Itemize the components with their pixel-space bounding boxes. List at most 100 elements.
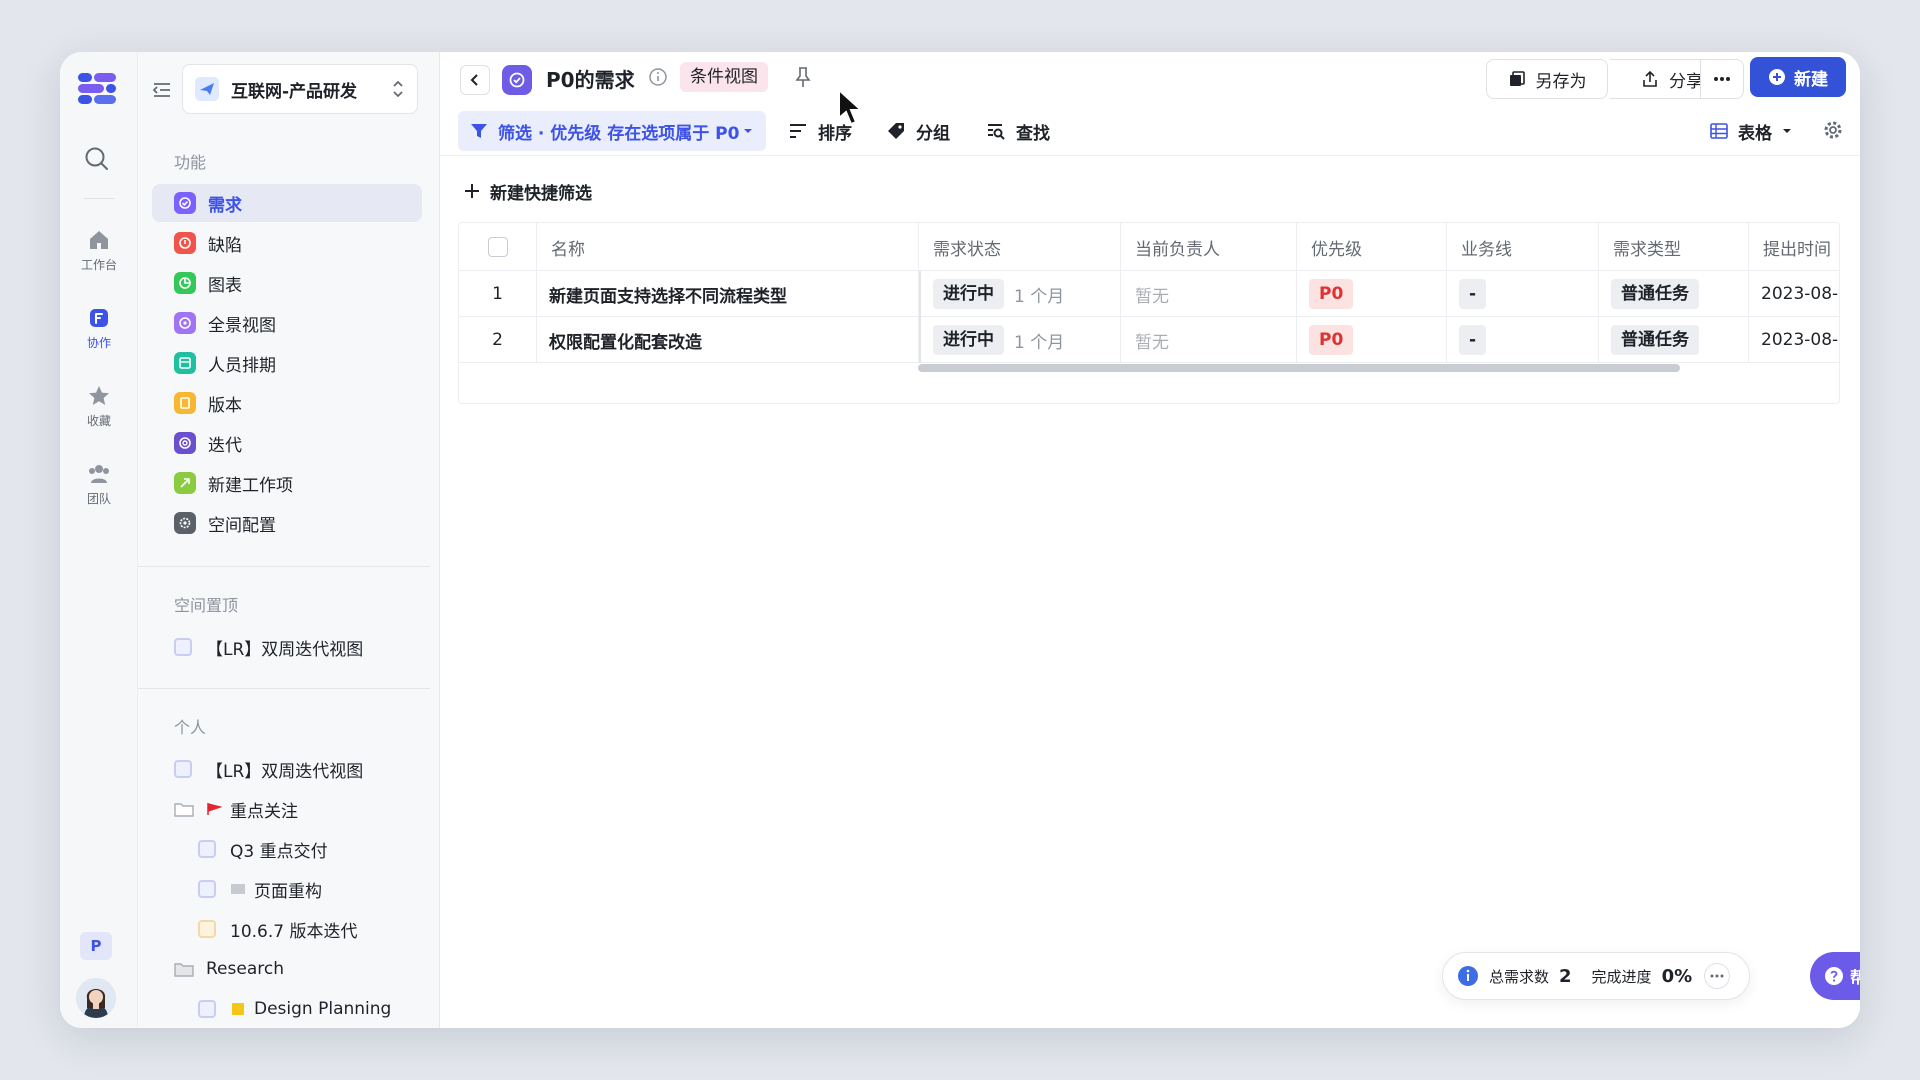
collapse-sidebar-icon[interactable] (152, 80, 174, 100)
sidebar-item-label: 页面重构 (254, 881, 322, 902)
sidebar-item-label: 缺陷 (208, 235, 242, 256)
filter-button[interactable]: 筛选 · 优先级 存在选项属于 P0 (458, 111, 766, 151)
sidebar-item-page-refactor[interactable]: 页面重构 (152, 870, 398, 908)
sidebar-item-label: 空间配置 (208, 515, 276, 536)
folder-icon (174, 803, 194, 817)
row-business-cell[interactable]: - (1447, 317, 1599, 363)
column-header-business-line[interactable]: 业务线 (1447, 223, 1599, 271)
row-date[interactable]: 2023-08-1 (1749, 271, 1839, 317)
sidebar-item-charts[interactable]: 图表 (152, 264, 422, 302)
find-button[interactable]: 查找 (986, 111, 1050, 151)
sidebar-item-space-config[interactable]: 空间配置 (152, 504, 422, 542)
search-icon[interactable] (82, 144, 112, 174)
rail-item-label: 工作台 (80, 258, 117, 272)
filter-label: 筛选 · 优先级 存在选项属于 P0 (498, 123, 740, 144)
sidebar-item-design-planning[interactable]: Design Planning (152, 990, 398, 1028)
avatar[interactable] (76, 978, 116, 1018)
team-icon (89, 465, 109, 483)
sidebar-item-label: Research (206, 959, 284, 979)
rail-item-collab[interactable]: 协作 (64, 306, 134, 368)
caret-down-icon (744, 129, 753, 133)
row-type-cell[interactable]: 普通任务 (1599, 271, 1749, 317)
rail-item-favorites[interactable]: 收藏 (64, 384, 134, 446)
sidebar-item-label: 【LR】双周迭代视图 (206, 761, 364, 782)
sidebar-folder-focus[interactable]: 重点关注 (152, 790, 422, 828)
rail-item-team[interactable]: 团队 (64, 462, 134, 524)
row-priority-cell[interactable]: P0 (1297, 317, 1447, 363)
view-mode-label: 表格 (1738, 123, 1772, 144)
sidebar-divider (138, 688, 430, 689)
row-owner[interactable]: 暂无 (1121, 271, 1297, 317)
row-index: 1 (459, 271, 537, 317)
horizontal-scrollbar[interactable] (918, 364, 1680, 372)
row-name[interactable]: 权限配置化配套改造 (537, 317, 919, 363)
workspace-badge[interactable]: P (80, 932, 112, 960)
sidebar-item-requirements[interactable]: 需求 (152, 184, 422, 222)
new-button[interactable]: 新建 (1750, 57, 1846, 97)
sidebar-item-new-workitem[interactable]: 新建工作项 (152, 464, 422, 502)
column-header-date[interactable]: 提出时间 (1749, 223, 1839, 271)
row-status-cell[interactable]: 进行中 1 个月 (919, 317, 1121, 363)
rail-item-workbench[interactable]: 工作台 (64, 228, 134, 290)
info-icon (1458, 966, 1478, 986)
row-status-cell[interactable]: 进行中 1 个月 (919, 271, 1121, 317)
panorama-icon (174, 312, 196, 334)
status-badge: 进行中 (933, 325, 1004, 355)
group-button[interactable]: 分组 (886, 111, 950, 151)
collab-icon (90, 309, 108, 327)
view-header: P0的需求 条件视图 另存为 分享 新建 (440, 52, 1860, 102)
settings-icon (174, 512, 196, 534)
rail-item-label: 收藏 (86, 414, 111, 428)
sidebar-item-pinned-view[interactable]: 【LR】双周迭代视图 (152, 628, 422, 666)
column-header-type[interactable]: 需求类型 (1599, 223, 1749, 271)
row-date[interactable]: 2023-08-1 (1749, 317, 1839, 363)
row-name[interactable]: 新建页面支持选择不同流程类型 (537, 271, 919, 317)
column-header-status[interactable]: 需求状态 (919, 223, 1121, 271)
new-workitem-icon (174, 472, 196, 494)
view-toolbar: 筛选 · 优先级 存在选项属于 P0 排序 分组 查找 表格 (440, 106, 1860, 156)
app-logo[interactable] (76, 70, 120, 106)
sidebar-item-q3[interactable]: Q3 重点交付 (152, 830, 398, 868)
select-all-checkbox[interactable] (487, 237, 508, 257)
sidebar-item-bugs[interactable]: 缺陷 (152, 224, 422, 262)
column-header-name[interactable]: 名称 (537, 223, 919, 271)
view-type-badge[interactable]: 条件视图 (680, 62, 768, 92)
help-button[interactable]: 帮助 (1810, 952, 1860, 1000)
back-button[interactable] (460, 65, 490, 95)
sidebar-folder-research[interactable]: Research (152, 950, 422, 988)
row-business-cell[interactable]: - (1447, 271, 1599, 317)
sidebar-item-iterations[interactable]: 迭代 (152, 424, 422, 462)
more-button[interactable] (1700, 59, 1744, 99)
notebook-icon (232, 1003, 244, 1015)
business-line-badge: - (1459, 325, 1487, 355)
table-row[interactable]: 1 新建页面支持选择不同流程类型 进行中 1 个月 暂无 P0 - 普通任务 2… (459, 271, 1839, 317)
sidebar-item-version-iteration[interactable]: 10.6.7 版本迭代 (152, 910, 398, 948)
pin-icon[interactable] (792, 65, 814, 89)
sidebar-item-versions[interactable]: 版本 (152, 384, 422, 422)
column-header-priority[interactable]: 优先级 (1297, 223, 1447, 271)
sidebar-item-personal-view[interactable]: 【LR】双周迭代视图 (152, 750, 422, 788)
chart-icon (174, 272, 196, 294)
view-mode-dropdown[interactable]: 表格 (1710, 111, 1802, 151)
row-type-cell[interactable]: 普通任务 (1599, 317, 1749, 363)
bug-icon (174, 232, 196, 254)
new-quick-filter-button[interactable]: 新建快捷筛选 (464, 176, 592, 206)
column-header-owner[interactable]: 当前负责人 (1121, 223, 1297, 271)
sidebar-item-panorama[interactable]: 全景视图 (152, 304, 422, 342)
sidebar-item-scheduling[interactable]: 人员排期 (152, 344, 422, 382)
sidebar: 互联网-产品研发 功能 需求 缺陷 图表 全景视图 人员排期 版本 迭代 新建工… (138, 52, 440, 1028)
group-label: 分组 (916, 123, 950, 144)
row-owner[interactable]: 暂无 (1121, 317, 1297, 363)
save-as-button[interactable]: 另存为 (1486, 59, 1608, 99)
table-row[interactable]: 2 权限配置化配套改造 进行中 1 个月 暂无 P0 - 普通任务 2023-0… (459, 317, 1839, 363)
stats-more-button[interactable] (1704, 963, 1731, 989)
page-title: P0的需求 (546, 68, 635, 92)
row-priority-cell[interactable]: P0 (1297, 271, 1447, 317)
sidebar-item-label: Design Planning (254, 999, 392, 1019)
project-switcher[interactable]: 互联网-产品研发 (182, 64, 418, 114)
info-icon[interactable] (648, 67, 668, 87)
sidebar-item-label: 新建工作项 (208, 475, 293, 496)
gear-icon[interactable] (1822, 119, 1844, 141)
project-icon (195, 77, 219, 101)
row-index: 2 (459, 317, 537, 363)
